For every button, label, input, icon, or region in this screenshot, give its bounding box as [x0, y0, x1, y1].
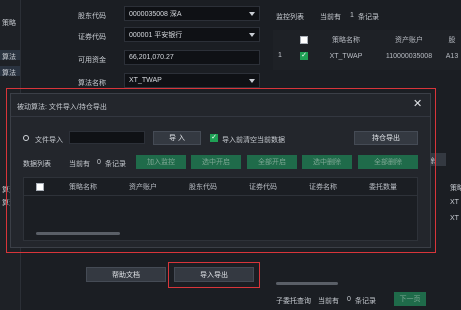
monitor-header: 股 — [448, 37, 456, 44]
sub-count-text: 当前有 — [318, 298, 339, 305]
sub-query-label: 子委托查询 — [276, 298, 311, 305]
code-select[interactable]: 000001 平安银行 — [124, 27, 260, 42]
monitor-header: 资产账户 — [395, 37, 423, 44]
account-select[interactable]: 0000035008 深A — [124, 6, 260, 21]
algo-value: XT_TWAP — [129, 77, 162, 84]
funds-field: 66,201,070.27 — [124, 50, 260, 65]
select-all-checkbox[interactable] — [300, 36, 308, 44]
sub-count: 0 — [347, 296, 351, 303]
monitor-header: 策略名称 — [332, 37, 360, 44]
chevron-down-icon — [249, 78, 255, 83]
row-extra: A13 — [445, 52, 459, 60]
code-value: 000001 平安银行 — [129, 31, 183, 39]
monitor-count: 1 — [350, 12, 354, 19]
monitor-count-text: 当前有 — [320, 14, 341, 21]
row-index: 1 — [278, 52, 282, 59]
monitor-title: 监控列表 — [276, 14, 304, 21]
algo-label: 算法名称 — [78, 80, 106, 87]
bg-row-text: XT — [450, 199, 459, 206]
monitor-count-unit: 条记录 — [358, 14, 379, 21]
monitor-table: 策略名称 资产账户 股 1 ✓ XT_TWAP 110000035008 A13 — [273, 30, 461, 70]
row-checkbox[interactable]: ✓ — [300, 52, 308, 60]
account-label: 股东代码 — [78, 13, 106, 20]
nav-item[interactable]: 策略 — [2, 18, 16, 28]
table-row[interactable]: 1 ✓ XT_TWAP 110000035008 A13 — [273, 49, 461, 63]
highlight-box-import-export — [168, 262, 260, 288]
nav-item[interactable]: 算法 — [2, 52, 16, 62]
chevron-down-icon — [249, 32, 255, 37]
bg-row-text: XT — [450, 215, 459, 222]
row-strategy: XT_TWAP — [329, 52, 363, 60]
check-icon: ✓ — [301, 52, 307, 59]
account-value: 0000035008 深A — [129, 10, 182, 18]
help-button[interactable]: 帮助文档 — [86, 267, 166, 282]
algo-select[interactable]: XT_TWAP — [124, 73, 260, 88]
next-page-button[interactable]: 下一页 — [394, 292, 426, 306]
right-horizontal-scrollbar[interactable] — [276, 282, 338, 285]
highlight-box-dialog — [6, 88, 436, 253]
sub-count-unit: 条记录 — [355, 298, 376, 305]
funds-label: 可用资金 — [78, 57, 106, 64]
row-account: 110000035008 — [385, 52, 433, 60]
chevron-down-icon — [249, 11, 255, 16]
nav-item[interactable]: 算法 — [2, 68, 16, 78]
funds-value: 66,201,070.27 — [129, 54, 174, 61]
bg-strategy-header: 策略 — [450, 185, 461, 192]
code-label: 证券代码 — [78, 34, 106, 41]
